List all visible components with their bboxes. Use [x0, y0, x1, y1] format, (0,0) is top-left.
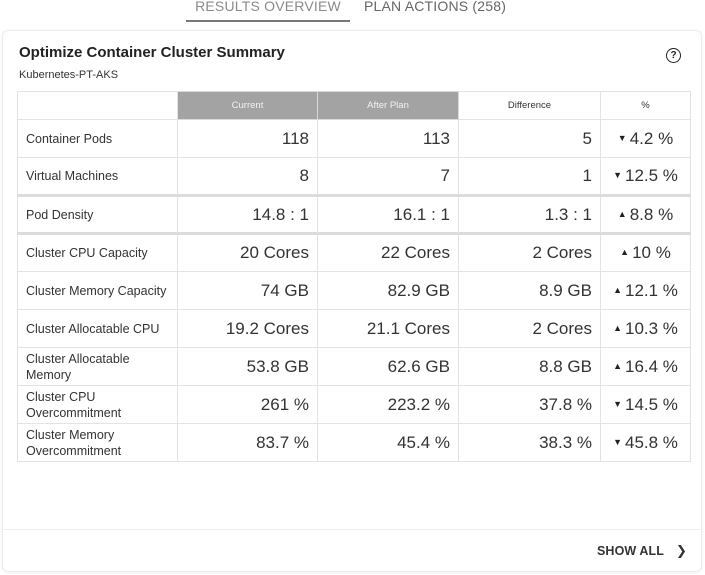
triangle-down-icon: ▼ [613, 398, 622, 409]
metric-label: Cluster Allocatable CPU [17, 309, 178, 348]
difference-value: 8.8 GB [458, 347, 601, 386]
after-plan-value: 62.6 GB [317, 347, 459, 386]
cluster-summary-card: Optimize Container Cluster Summary Kuber… [2, 30, 702, 572]
percent-change: ▼ 14.5 % [600, 385, 691, 424]
card-subtitle: Kubernetes-PT-AKS [19, 69, 119, 81]
table-row: Container Pods 118 113 5 ▼ 4.2 % [17, 119, 691, 158]
percent-value: 45.8 % [624, 432, 678, 452]
table-row: Pod Density 14.8 : 1 16.1 : 1 1.3 : 1 ▲ 8.8 % [17, 194, 691, 235]
table-row: Cluster Allocatable Memory 53.8 GB 62.6 GB… [17, 347, 691, 386]
difference-value: 8.9 GB [458, 271, 601, 310]
percent-change: ▲ 10 % [600, 233, 691, 272]
metric-label: Container Pods [17, 119, 178, 158]
current-value: 14.8 : 1 [177, 194, 318, 235]
difference-value: 37.8 % [458, 385, 601, 424]
chevron-right-icon: ❯ [676, 543, 687, 558]
triangle-up-icon: ▲ [613, 284, 622, 295]
show-all-label: SHOW ALL [597, 544, 664, 558]
tab-bar: RESULTS OVERVIEW PLAN ACTIONS (258) [0, 0, 705, 28]
current-value: 19.2 Cores [177, 309, 318, 348]
after-plan-value: 82.9 GB [317, 271, 459, 310]
summary-table: Current After Plan Difference % Containe… [17, 91, 691, 462]
percent-value: 8.8 % [629, 204, 674, 224]
header-metric [17, 91, 178, 120]
footer-divider [3, 529, 701, 530]
table-row: Virtual Machines 8 7 1 ▼ 12.5 % [17, 157, 691, 196]
triangle-down-icon: ▼ [613, 170, 622, 180]
metric-label: Cluster CPU Overcommitment [17, 385, 178, 424]
question-circle-icon[interactable]: ? [666, 48, 681, 63]
difference-value: 1.3 : 1 [458, 194, 601, 235]
percent-value: 12.5 % [624, 166, 678, 185]
percent-change: ▼ 4.2 % [600, 119, 691, 158]
metric-label: Cluster Memory Overcommitment [17, 423, 178, 462]
metric-label: Virtual Machines [17, 157, 178, 196]
percent-value: 12.1 % [624, 280, 678, 300]
percent-change: ▼ 45.8 % [600, 423, 691, 462]
header-current: Current [177, 91, 318, 120]
current-value: 53.8 GB [177, 347, 318, 386]
after-plan-value: 7 [317, 157, 459, 196]
after-plan-value: 45.4 % [317, 423, 459, 462]
difference-value: 2 Cores [458, 309, 601, 348]
triangle-up-icon: ▲ [617, 208, 627, 219]
triangle-up-icon: ▲ [620, 247, 630, 257]
table-row: Cluster Memory Overcommitment 83.7 % 45.4 … [17, 423, 691, 462]
triangle-down-icon: ▼ [613, 436, 622, 447]
current-value: 8 [177, 157, 318, 196]
current-value: 118 [177, 119, 318, 158]
triangle-down-icon: ▼ [617, 132, 627, 143]
current-value: 83.7 % [177, 423, 318, 462]
current-value: 261 % [177, 385, 318, 424]
after-plan-value: 113 [317, 119, 459, 158]
difference-value: 2 Cores [458, 233, 601, 272]
percent-change: ▲ 10.3 % [600, 309, 691, 348]
percent-value: 14.5 % [624, 394, 678, 414]
percent-value: 16.4 % [624, 356, 678, 376]
percent-value: 10 % [632, 243, 671, 262]
show-all-button[interactable]: SHOW ALL ❯ [597, 543, 687, 559]
table-row: Cluster Allocatable CPU 19.2 Cores 21.1 Co… [17, 309, 691, 348]
percent-value: 10.3 % [624, 318, 678, 338]
percent-change: ▼ 12.5 % [600, 157, 691, 196]
table-row: Cluster Memory Capacity 74 GB 82.9 GB 8.9 G… [17, 271, 691, 310]
triangle-up-icon: ▲ [613, 360, 622, 371]
after-plan-value: 16.1 : 1 [317, 194, 459, 235]
metric-label: Cluster CPU Capacity [17, 233, 178, 272]
metric-label: Cluster Memory Capacity [17, 271, 178, 310]
percent-change: ▲ 16.4 % [600, 347, 691, 386]
difference-value: 38.3 % [458, 423, 601, 462]
difference-value: 5 [458, 119, 601, 158]
difference-value: 1 [458, 157, 601, 196]
after-plan-value: 21.1 Cores [317, 309, 459, 348]
after-plan-value: 22 Cores [317, 233, 459, 272]
triangle-up-icon: ▲ [613, 322, 622, 333]
table-header-row: Current After Plan Difference % [17, 91, 691, 120]
current-value: 20 Cores [177, 233, 318, 272]
header-difference: Difference [458, 91, 601, 120]
tab-plan-actions[interactable]: PLAN ACTIONS (258) [364, 0, 506, 24]
percent-change: ▲ 8.8 % [600, 194, 691, 235]
metric-label: Cluster Allocatable Memory [17, 347, 178, 386]
metric-label: Pod Density [17, 194, 178, 235]
percent-change: ▲ 12.1 % [600, 271, 691, 310]
after-plan-value: 223.2 % [317, 385, 459, 424]
tab-results-overview[interactable]: RESULTS OVERVIEW [186, 0, 350, 24]
header-percent: % [600, 91, 691, 120]
current-value: 74 GB [177, 271, 318, 310]
percent-value: 4.2 % [629, 128, 674, 148]
card-title: Optimize Container Cluster Summary [19, 44, 285, 61]
table-row: Cluster CPU Overcommitment 261 % 223.2 % 37… [17, 385, 691, 424]
table-row: Cluster CPU Capacity 20 Cores 22 Cores 2 Co… [17, 233, 691, 272]
header-after-plan: After Plan [317, 91, 459, 120]
